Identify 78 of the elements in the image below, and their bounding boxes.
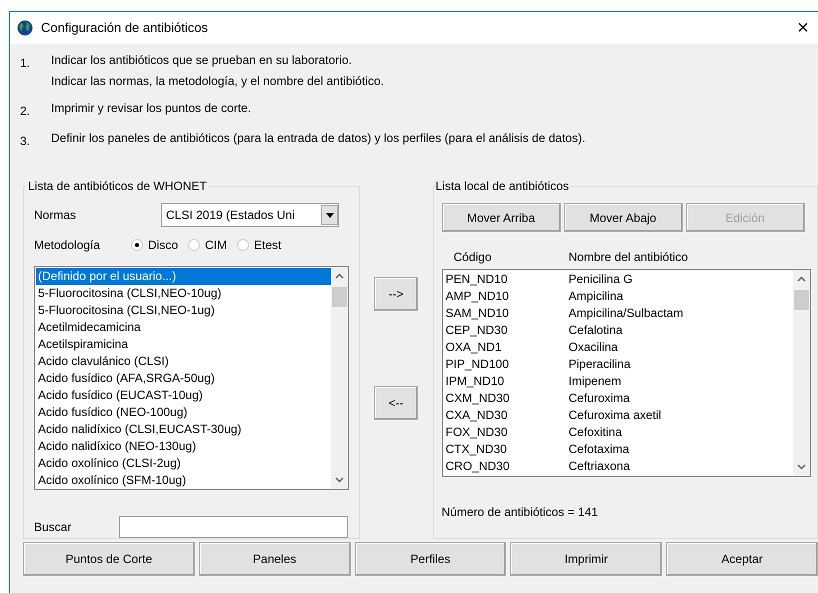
name-cell: Cefuroxima axetil (568, 407, 662, 424)
instruction-text: Definir los paneles de antibióticos (para la entrada de datos) y los perfiles (para el análisis de datos). (51, 130, 586, 147)
code-cell-text: SAM_ND10 (446, 305, 510, 322)
list-item[interactable]: Acido clavulánico (CLSI) (36, 353, 331, 370)
name-cell: Cefuroxima (568, 390, 630, 407)
code-cell-text: CXM_ND30 (446, 390, 511, 407)
code-cell-text: IPM_ND10 (446, 373, 506, 390)
code-cell-text: FOX_ND30 (446, 424, 509, 441)
list-item[interactable]: Acido nalidíxico (CLSI,EUCAST-30ug) (36, 421, 331, 438)
window-title: Configuración de antibióticos (41, 19, 208, 38)
code-cell-text: PIP_ND100 (446, 356, 510, 373)
search-field[interactable] (119, 516, 348, 538)
column-header: Nombre del antibiótico (568, 249, 688, 266)
method-radio[interactable]: Disco (131, 236, 178, 254)
footer-button[interactable]: Aceptar (666, 542, 818, 576)
instruction-text: Indicar los antibióticos que se prueban en su laboratorio. (51, 52, 353, 69)
name-cell: Ampicilina/Sulbactam (568, 305, 684, 322)
list-item[interactable]: Acido fusídico (AFA,SRGA-50ug) (36, 370, 331, 387)
code-cell-text: CXA_ND30 (446, 407, 509, 424)
list-item[interactable]: Acido oxolínico (SFM-10ug) (36, 472, 331, 489)
transfer-button[interactable]: --> (374, 277, 418, 311)
code-cell-text: OXA_ND1 (446, 339, 503, 356)
name-cell: Cefoxitina (568, 424, 622, 441)
method-radio[interactable]: CIM (188, 236, 228, 254)
list-item[interactable]: 5-Fluorocitosina (CLSI,NEO-10ug) (36, 285, 331, 302)
list-item[interactable]: Acido nalidíxico (NEO-130ug) (36, 438, 331, 455)
scrollbar[interactable] (330, 267, 348, 489)
scroll-up-icon[interactable] (796, 276, 806, 282)
name-cell: Ampicilina (568, 288, 624, 305)
antibiotic-count: Número de antibióticos = 141 (442, 504, 599, 521)
name-cell: Oxacilina (568, 339, 618, 356)
instruction-text: Indicar las normas, la metodología, y el nombre del antibiótico. (51, 73, 384, 90)
scroll-thumb[interactable] (794, 290, 808, 310)
list-item[interactable]: Acetilspiramicina (36, 336, 331, 353)
list-item[interactable]: (Definido por el usuario...) (36, 268, 331, 285)
code-cell-text: CRO_ND30 (446, 458, 511, 475)
step-number: 2. (20, 103, 32, 120)
method-radio[interactable]: Etest (237, 236, 282, 254)
column-header: Código (454, 249, 493, 266)
transfer-button[interactable]: <-- (374, 386, 418, 420)
search-label: Buscar (34, 519, 72, 536)
name-cell: Ceftriaxona (568, 458, 630, 475)
scrollbar[interactable] (792, 270, 810, 476)
group-title: Lista local de antibióticos (434, 178, 570, 195)
list-item[interactable]: Acido fusídico (NEO-100ug) (36, 404, 331, 421)
footer-button[interactable]: Imprimir (510, 542, 662, 576)
list-item[interactable]: Acido oxolínico (CLSI-2ug) (36, 455, 331, 472)
scroll-down-icon[interactable] (796, 464, 806, 470)
list-item[interactable]: Acido fusídico (EUCAST-10ug) (36, 387, 331, 404)
code-cell-text: CEP_ND30 (446, 322, 509, 339)
name-cell: Cefalotina (568, 322, 623, 339)
name-cell: Cefotaxima (568, 441, 630, 458)
step-number: 1. (20, 55, 32, 72)
instruction-text: Imprimir y revisar los puntos de corte. (51, 100, 252, 117)
name-cell: Piperacilina (568, 356, 631, 373)
scroll-thumb[interactable] (332, 287, 347, 307)
globe-icon (17, 20, 33, 36)
close-button[interactable]: × (788, 13, 818, 43)
code-cell-text: AMP_ND10 (446, 288, 510, 305)
footer-button[interactable]: Puntos de Corte (23, 542, 195, 576)
normas-label: Normas (34, 207, 78, 224)
name-cell: Imipenem (568, 373, 622, 390)
scroll-down-icon[interactable] (334, 477, 344, 483)
metodologia-label: Metodología (34, 236, 102, 254)
name-cell: Penicilina G (568, 271, 633, 288)
normas-dropdown[interactable]: CLSI 2019 (Estados Uni (161, 203, 339, 228)
list-item[interactable]: 5-Fluorocitosina (CLSI,NEO-1ug) (36, 302, 331, 319)
code-cell-text: CTX_ND30 (446, 441, 508, 458)
footer-button[interactable]: Paneles (198, 542, 350, 576)
dropdown-arrow-icon[interactable] (326, 212, 334, 218)
group-title: Lista de antibióticos de WHONET (27, 178, 208, 195)
list-action-button[interactable]: Mover Abajo (564, 203, 682, 232)
step-number: 3. (20, 133, 32, 150)
code-cell-text: PEN_ND10 (446, 271, 509, 288)
scroll-up-icon[interactable] (334, 273, 344, 279)
list-item[interactable]: Acetilmidecamicina (36, 319, 331, 336)
footer-button[interactable]: Perfiles (354, 542, 506, 576)
list-action-button[interactable]: Mover Arriba (442, 203, 560, 232)
